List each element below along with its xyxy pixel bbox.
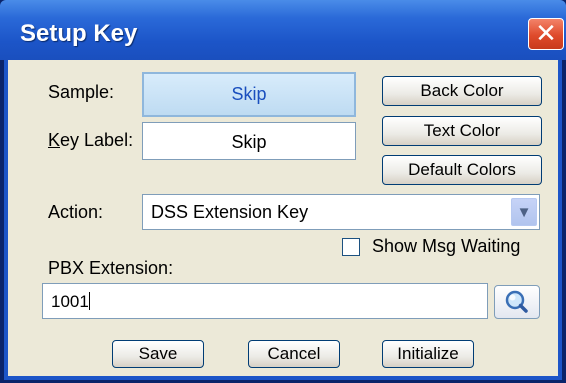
default-colors-button[interactable]: Default Colors [382,155,542,185]
action-label: Action: [48,202,104,222]
sample-label: Sample: [48,82,115,102]
magnifier-icon [505,290,528,313]
key-label-text: ey Label: [60,130,134,150]
key-label-input[interactable]: Skip [142,122,356,160]
save-button[interactable]: Save [112,340,204,368]
pbx-extension-input[interactable]: 1001 [42,283,488,319]
pbx-extension-label: PBX Extension: [48,258,174,278]
key-label-label: Key Label: [48,130,133,151]
close-button[interactable]: ✕ [528,18,564,50]
pbx-extension-value: 1001 [51,292,89,311]
chevron-down-icon[interactable]: ▼ [511,198,537,226]
show-msg-waiting-checkbox[interactable] [342,238,360,256]
search-button[interactable] [494,285,540,319]
text-caret [88,292,90,310]
show-msg-waiting-label[interactable]: Show Msg Waiting [372,236,520,257]
text-color-button[interactable]: Text Color [382,116,542,146]
close-icon: ✕ [535,19,557,49]
cancel-button[interactable]: Cancel [248,340,340,368]
key-label-value: Skip [231,132,267,152]
action-selected-value: DSS Extension Key [151,202,309,222]
back-color-button[interactable]: Back Color [382,76,542,106]
action-select[interactable]: DSS Extension Key ▼ [142,194,540,230]
sample-preview: Skip [142,72,356,117]
initialize-button[interactable]: Initialize [382,340,474,368]
setup-key-dialog: Setup Key ✕ [0,0,566,383]
dialog-title: Setup Key [20,20,138,47]
key-label-accelerator: K [48,130,61,150]
title-bar[interactable]: Setup Key ✕ [0,0,566,60]
